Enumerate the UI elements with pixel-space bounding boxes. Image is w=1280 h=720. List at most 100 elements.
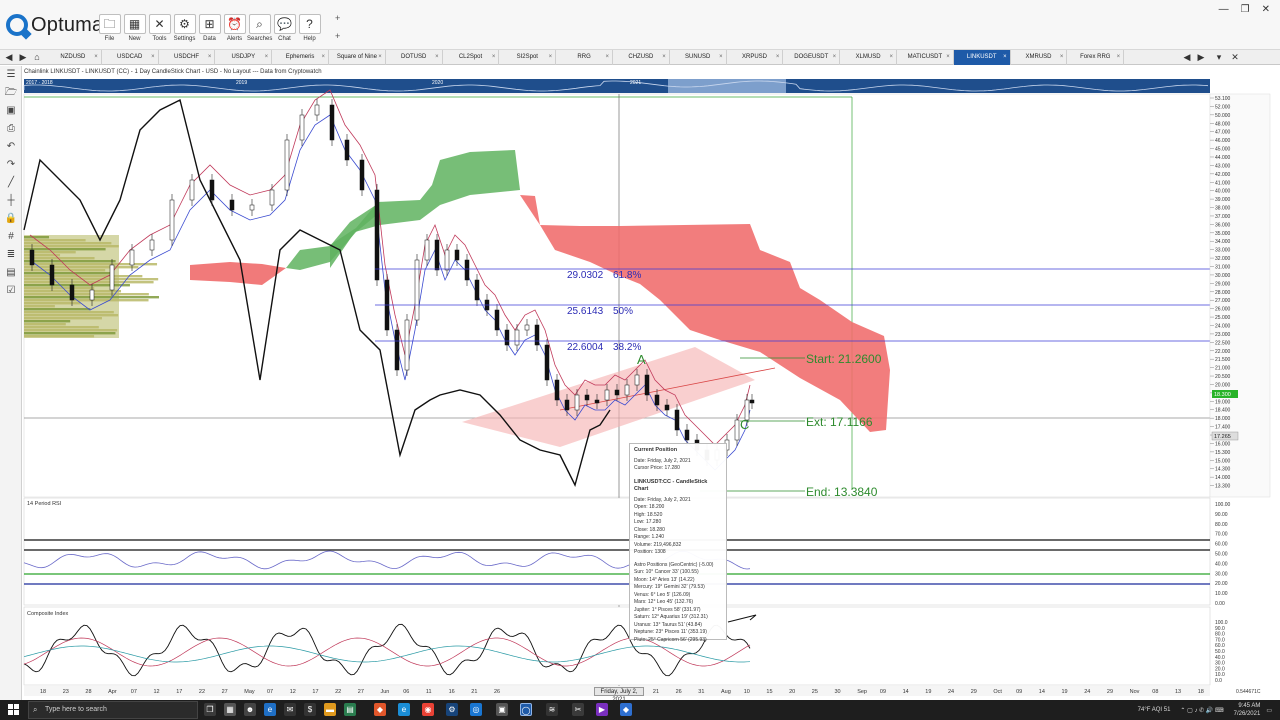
price-tick-label: 18.400 xyxy=(1215,408,1231,414)
rsi-tick-label: 40.00 xyxy=(1215,561,1228,567)
tooltip-astro-line: Mars: 12° Leo 45' (132.76) xyxy=(634,599,694,605)
widget-icon[interactable]: ▦ xyxy=(224,703,236,716)
price-tick-label: 14.300 xyxy=(1215,467,1231,473)
volume-profile-bar xyxy=(24,275,143,278)
price-tick-label: 22.500 xyxy=(1215,340,1231,346)
volume-profile-bar xyxy=(24,317,102,320)
tooltip-line: Low: 17.280 xyxy=(634,519,662,525)
date-tick-label: 26 xyxy=(494,689,500,695)
overview-bar[interactable]: 2017 · 2018 2019 2020 2021 xyxy=(23,79,1210,93)
tooltip-astro-line: Venus: 6° Leo 5' (126.09) xyxy=(634,591,691,598)
tray-icons[interactable]: ⌃ ▢ ♪ ✆ 🔊 ⌨ xyxy=(1180,707,1223,714)
candle-body xyxy=(129,249,135,266)
date-tick-label: 12 xyxy=(290,689,296,695)
fib-price-label: 22.6004 xyxy=(567,342,604,353)
edge-browser-icon[interactable]: e xyxy=(398,703,410,716)
cube-app-icon[interactable]: ▣ xyxy=(496,703,508,716)
vpn-icon[interactable]: ≋ xyxy=(546,703,558,716)
price-tick-label: 53.100 xyxy=(1215,96,1231,102)
price-tick-label: 27.000 xyxy=(1215,298,1231,304)
price-tick-label: 37.000 xyxy=(1215,214,1231,220)
candle-body xyxy=(464,259,470,281)
candle-body xyxy=(654,394,660,406)
date-tick-label: 16 xyxy=(449,689,455,695)
volume-profile-bar xyxy=(24,263,158,266)
price-tick-label: 50.000 xyxy=(1215,113,1231,119)
alien-app-icon[interactable]: ☻ xyxy=(244,703,256,716)
date-tick-label: 27 xyxy=(222,689,228,695)
blue-app-icon[interactable]: ◆ xyxy=(620,703,632,716)
browser-icon[interactable]: e xyxy=(264,703,276,716)
candle-body xyxy=(249,204,255,211)
rsi-panel-bg xyxy=(23,497,1211,606)
date-tick-label: May xyxy=(244,689,255,695)
taskbar-search-box[interactable]: ⌕ Type here to search xyxy=(28,701,198,719)
price-tick-label: 39.000 xyxy=(1215,197,1231,203)
tooltip-line: Range: 1.240 xyxy=(634,534,665,540)
taskbar-clock[interactable]: 9:45 AM 7/26/2021 xyxy=(1234,702,1261,718)
rsi-tick-label: 90.00 xyxy=(1215,512,1228,518)
date-tick-label: 29 xyxy=(1107,689,1113,695)
notifications-icon[interactable]: ▭ xyxy=(1266,707,1272,714)
rsi-tick-label: 10.00 xyxy=(1215,591,1228,597)
tooltip-line: Date: Friday, July 2, 2021 xyxy=(634,496,691,503)
network-app-icon[interactable]: ◎ xyxy=(470,703,482,716)
tooltip-line: Close: 18.280 xyxy=(634,526,665,533)
volume-profile-bar xyxy=(24,299,149,302)
mail-icon[interactable]: ✉ xyxy=(284,703,296,716)
weather-status[interactable]: 74°F AQI 51 xyxy=(1138,707,1171,713)
brave-browser-icon[interactable]: ◆ xyxy=(374,703,386,716)
price-tick-label: 30.000 xyxy=(1215,273,1231,279)
windows-start-icon[interactable] xyxy=(8,704,20,716)
tooltip-astro-title: Astro Positions (GeoCentric) (-5.00) xyxy=(634,561,714,568)
composite-title: Composite Index xyxy=(27,611,69,617)
volume-profile-bar xyxy=(24,248,106,251)
rsi-tick-label: 30.00 xyxy=(1215,571,1228,577)
purple-app-icon[interactable]: ▶ xyxy=(596,703,608,716)
date-tick-label: 25 xyxy=(812,689,818,695)
steam-icon[interactable]: ⚙ xyxy=(446,703,458,716)
point-c-label: C xyxy=(740,417,749,432)
composite-index-panel[interactable]: Composite Index100.090.080.070.060.050.0… xyxy=(23,606,1228,686)
price-tick-label: 21.000 xyxy=(1215,366,1231,372)
taskbar-search-placeholder: Type here to search xyxy=(45,706,107,713)
price-tick-label: 25.000 xyxy=(1215,315,1231,321)
price-tick-label: 22.000 xyxy=(1215,349,1231,355)
rsi-tick-label: 70.00 xyxy=(1215,532,1228,538)
date-tick-label: 17 xyxy=(176,689,182,695)
price-tick-label: 16.000 xyxy=(1215,441,1231,447)
volume-profile-bar xyxy=(24,260,116,263)
tooltip-line: Position: 1308 xyxy=(634,549,666,555)
snip-icon[interactable]: ✂ xyxy=(572,703,584,716)
date-tick-label: 31 xyxy=(698,689,704,695)
candle-body xyxy=(634,374,640,386)
spreadsheet-icon[interactable]: ▤ xyxy=(344,703,356,716)
system-tray: 74°F AQI 51 ⌃ ▢ ♪ ✆ 🔊 ⌨ 9:45 AM 7/26/202… xyxy=(1138,700,1272,720)
fib-pct-label: 50% xyxy=(613,306,633,317)
clock-date: 7/26/2021 xyxy=(1233,711,1261,717)
date-tick-label: 29 xyxy=(971,689,977,695)
price-tick-label: 41.000 xyxy=(1215,180,1231,186)
chrome-icon[interactable]: ◉ xyxy=(422,703,434,716)
candle-body xyxy=(664,404,670,411)
date-tick-label: 21 xyxy=(471,689,477,695)
overview-year-label: 2020 xyxy=(432,80,443,86)
task-view-icon[interactable]: ❐ xyxy=(204,703,216,716)
price-tick-label: 24.000 xyxy=(1215,323,1231,329)
date-tick-label: Apr xyxy=(108,689,117,695)
candle-body xyxy=(584,394,590,401)
price-tick-label: 44.000 xyxy=(1215,155,1231,161)
rsi-panel[interactable]: 14 Period RSI 100.00 90.00 80.00 70.00 60.00 5… xyxy=(23,497,1231,607)
tooltip-line: Open: 18.200 xyxy=(634,504,665,510)
price-tick-label: 15.300 xyxy=(1215,450,1231,456)
date-tick-label: 14 xyxy=(903,689,909,695)
candle-body xyxy=(734,419,740,441)
dollar-app-icon[interactable]: $ xyxy=(304,703,316,716)
volume-profile-bar xyxy=(24,269,106,272)
price-axis: 53.100 52.000 50.000 48.000 47.000 46.000 45.0… xyxy=(1209,93,1271,498)
rsi-tick-label: 100.00 xyxy=(1215,502,1231,508)
volume-profile-bar xyxy=(24,314,119,317)
folder-icon[interactable]: ▬ xyxy=(324,703,336,716)
price-tick-label: 28.000 xyxy=(1215,290,1231,296)
optuma-taskbar-icon[interactable]: ◯ xyxy=(520,703,532,716)
